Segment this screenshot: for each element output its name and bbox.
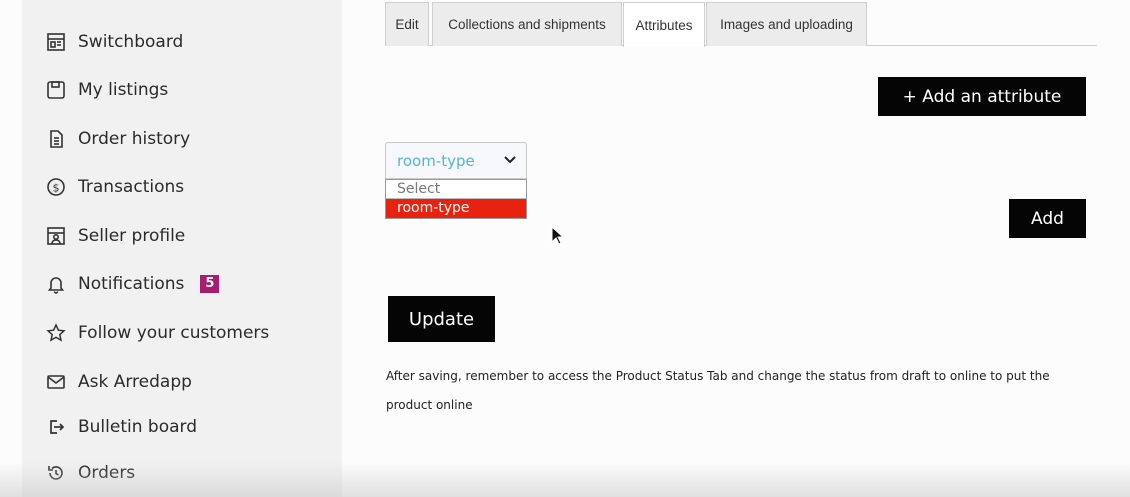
sidebar-item-label: Ask Arredapp (78, 372, 192, 392)
sidebar-item-label: Transactions (78, 177, 185, 197)
store-profile-icon (47, 227, 65, 245)
svg-text:$: $ (53, 182, 60, 195)
sidebar-item-order-history[interactable]: Order history (46, 124, 190, 154)
update-button[interactable]: Update (388, 296, 495, 342)
chevron-down-icon (504, 156, 516, 164)
sidebar-item-label: Bulletin board (78, 417, 197, 437)
sidebar-item-switchboard[interactable]: Switchboard (46, 27, 183, 57)
sidebar-item-orders[interactable]: Orders (46, 458, 135, 488)
add-button[interactable]: Add (1009, 199, 1086, 238)
dropdown-option-room-type[interactable]: room-type (386, 199, 526, 218)
tab-images-uploading[interactable]: Images and uploading (706, 2, 867, 46)
sidebar-item-follow-customers[interactable]: Follow your customers (46, 318, 269, 348)
dropdown-option-select[interactable]: Select (386, 180, 526, 199)
status-reminder-note: After saving, remember to access the Pro… (386, 369, 1050, 412)
tab-edit[interactable]: Edit (385, 2, 429, 46)
star-icon (46, 323, 66, 342)
attribute-dropdown-list: Select room-type (385, 179, 527, 219)
document-icon (50, 130, 63, 148)
tab-bar: Edit Collections and shipments Attribute… (385, 2, 1097, 47)
tab-attributes[interactable]: Attributes (623, 2, 705, 47)
sidebar-item-label: Follow your customers (78, 323, 270, 343)
sidebar-item-bulletin-board[interactable]: Bulletin board (46, 412, 197, 442)
exit-icon (50, 420, 65, 434)
sidebar-item-ask-arredapp[interactable]: Ask Arredapp (46, 367, 192, 397)
dollar-circle-icon: $ (47, 178, 65, 196)
attribute-select[interactable]: room-type (385, 142, 527, 179)
sidebar-item-transactions[interactable]: $ Transactions (46, 172, 184, 202)
mail-icon (47, 375, 65, 389)
save-icon (47, 81, 65, 99)
sidebar-item-label: Switchboard (78, 32, 184, 52)
sidebar-item-label: Notifications (78, 274, 185, 294)
switchboard-icon (47, 33, 65, 51)
sidebar-item-seller-profile[interactable]: Seller profile (46, 221, 185, 251)
sidebar: Switchboard My listings Order history $ … (22, 0, 342, 497)
bell-icon (47, 277, 65, 294)
sidebar-item-label: Seller profile (78, 226, 186, 246)
sidebar-item-label: Orders (78, 463, 136, 483)
select-value: room-type (397, 151, 475, 170)
notification-count-badge: 5 (200, 275, 220, 293)
history-icon (48, 466, 63, 480)
sidebar-item-label: Order history (78, 129, 191, 149)
sidebar-item-label: My listings (78, 80, 169, 100)
sidebar-item-my-listings[interactable]: My listings (46, 75, 168, 105)
add-attribute-button[interactable]: + Add an attribute (878, 77, 1086, 116)
tab-collections-shipments[interactable]: Collections and shipments (432, 2, 622, 46)
mouse-cursor-icon (551, 226, 563, 245)
sidebar-item-notifications[interactable]: Notifications 5 (46, 269, 220, 299)
